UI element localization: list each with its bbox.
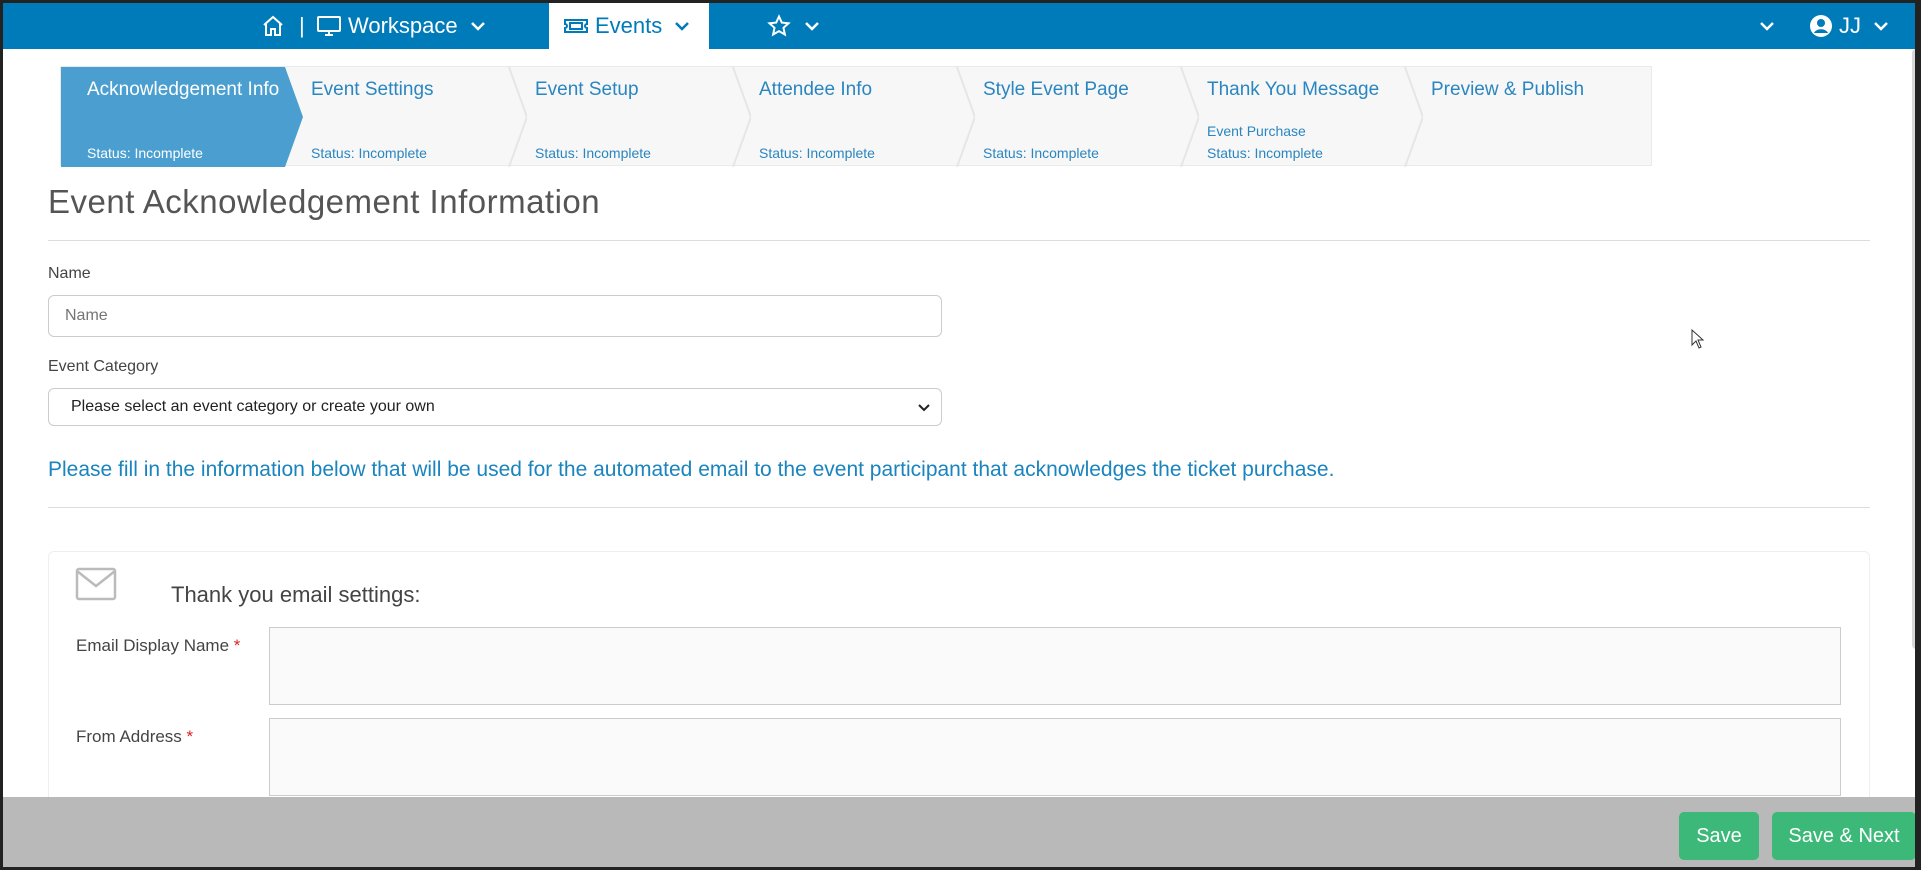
step-title: Event Setup [535,79,639,100]
user-circle-icon [1810,15,1832,37]
step-acknowledgement-info[interactable]: Acknowledgement Info Status: Incomplete [61,67,303,167]
chevron-down-icon [1874,22,1888,31]
step-title: Attendee Info [759,79,873,100]
step-title: Style Event Page [983,79,1129,100]
more-menu[interactable] [1759,3,1775,49]
chevron-down-icon [1760,22,1774,31]
home-icon [263,15,283,36]
step-attendee-info[interactable]: Attendee Info Status: Incomplete [733,67,975,167]
email-display-name-label: Email Display Name * [76,636,241,655]
step-thank-you-message[interactable]: Thank You Message Event Purchase Status:… [1181,67,1423,167]
step-title: Preview & Publish [1431,79,1585,100]
event-category-select[interactable]: Please select an event category or creat… [48,388,942,426]
scrollbar[interactable] [1912,49,1915,649]
name-label: Name [48,265,91,282]
save-next-button[interactable]: Save & Next [1772,812,1915,860]
chevron-down-icon [805,22,819,31]
info-text: Please fill in the information below tha… [48,458,1335,481]
favorites-menu[interactable] [766,3,820,49]
step-event-setup[interactable]: Event Setup Status: Incomplete [509,67,751,167]
step-style-event-page[interactable]: Style Event Page Status: Incomplete [957,67,1199,167]
panel-title: Thank you email settings: [171,582,421,607]
user-menu[interactable]: JJ [1809,3,1889,49]
monitor-icon [317,16,341,36]
mouse-cursor-icon [1691,329,1705,349]
chevron-down-icon [918,404,930,412]
ticket-icon [564,19,588,33]
footer-bar [3,797,1915,867]
events-menu[interactable]: Events [549,3,709,49]
step-title: Thank You Message [1207,79,1380,100]
workspace-menu[interactable]: Workspace [316,3,486,49]
from-address-label: From Address * [76,727,194,746]
wizard-steps: Acknowledgement Info Status: Incomplete … [60,66,1652,167]
event-category-value: Please select an event category or creat… [71,398,435,415]
home-button[interactable] [261,3,285,49]
workspace-label: Workspace [348,13,458,38]
page-title: Event Acknowledgement Information [48,183,601,220]
step-status: Status: Incomplete [983,145,1099,161]
events-label: Events [595,13,663,38]
step-status: Status: Incomplete [87,145,203,161]
step-status: Status: Incomplete [535,145,651,161]
required-mark: * [186,727,194,746]
step-event-settings[interactable]: Event Settings Status: Incomplete [285,67,527,167]
step-title: Event Settings [311,79,434,100]
step-status: Status: Incomplete [1207,145,1323,161]
chevron-down-icon [675,22,690,31]
step-extra: Event Purchase [1207,123,1306,139]
step-preview-publish[interactable]: Preview & Publish [1405,67,1629,167]
divider [48,507,1870,508]
step-title: Acknowledgement Info [87,79,280,100]
mail-icon [75,567,117,601]
top-navbar: | Workspace Events JJ [3,3,1915,49]
step-status: Status: Incomplete [759,145,875,161]
chevron-down-icon [470,22,485,31]
user-initials: JJ [1839,13,1861,38]
nav-separator: | [299,13,305,38]
save-button[interactable]: Save [1679,812,1759,860]
from-address-input[interactable] [269,718,1841,796]
required-mark: * [233,636,241,655]
star-icon [767,14,791,37]
name-input[interactable] [48,295,942,337]
email-display-name-input[interactable] [269,627,1841,705]
step-status: Status: Incomplete [311,145,427,161]
app-window: | Workspace Events JJ Acknowledgement In… [0,0,1921,870]
event-category-label: Event Category [48,358,159,375]
divider [48,240,1870,241]
